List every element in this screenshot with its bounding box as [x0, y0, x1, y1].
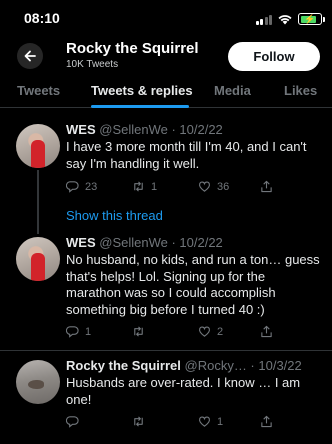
retweet-button[interactable]	[132, 325, 151, 338]
like-count: 36	[217, 180, 230, 193]
tweet-text: No husband, no kids, and run a ton… gues…	[66, 252, 320, 317]
author-name[interactable]: WES	[66, 122, 96, 137]
tweet-header: WES @SellenWe · 10/2/22	[66, 122, 223, 137]
heart-icon	[198, 181, 211, 192]
share-button[interactable]	[260, 180, 273, 193]
retweet-icon	[134, 181, 143, 192]
wifi-icon	[278, 14, 292, 24]
status-bar: 08:10 ⚡	[0, 0, 332, 40]
tweet-header: Rocky the Squirrel @Rocky… · 10/3/22	[66, 358, 302, 373]
handle-date: @SellenWe · 10/2/22	[99, 235, 223, 250]
profile-title: Rocky the Squirrel 10K Tweets	[66, 40, 199, 70]
handle-date: @SellenWe · 10/2/22	[99, 122, 223, 137]
active-tab-indicator	[91, 105, 189, 108]
tweet-actions: 23 1 36	[66, 180, 286, 194]
tab-tweets[interactable]: Tweets	[17, 83, 60, 98]
share-button[interactable]	[260, 325, 273, 338]
tab-tweets-and-replies[interactable]: Tweets & replies	[91, 83, 193, 98]
divider	[0, 350, 332, 351]
back-arrow-icon	[24, 50, 36, 62]
like-count: 1	[217, 415, 224, 428]
profile-tabs: Tweets Tweets & replies Media Likes	[0, 76, 332, 108]
tweet-actions: 1	[66, 415, 286, 429]
retweet-icon	[134, 326, 143, 337]
reply-icon	[66, 181, 79, 193]
retweet-count: 1	[151, 180, 158, 193]
like-count: 2	[217, 325, 224, 338]
reply-icon	[66, 326, 79, 338]
avatar[interactable]	[16, 360, 60, 404]
avatar[interactable]	[16, 124, 60, 168]
retweet-icon	[134, 416, 143, 427]
share-icon	[261, 325, 272, 338]
back-button[interactable]	[17, 43, 43, 69]
heart-icon	[198, 416, 211, 427]
retweet-button[interactable]	[132, 415, 151, 428]
tweet-text: I have 3 more month till I'm 40, and I c…	[66, 139, 307, 171]
avatar[interactable]	[16, 237, 60, 281]
like-button[interactable]: 36	[198, 180, 229, 193]
profile-header: Rocky the Squirrel 10K Tweets Follow	[0, 36, 332, 76]
signal-icon	[255, 14, 272, 25]
show-thread-link[interactable]: Show this thread	[66, 208, 163, 223]
tweet-count: 10K Tweets	[66, 59, 119, 70]
reply-icon	[66, 416, 79, 428]
reply-button[interactable]	[66, 415, 85, 428]
follow-button[interactable]: Follow	[228, 42, 320, 71]
thread-line	[37, 170, 39, 234]
status-time: 08:10	[24, 10, 60, 26]
share-icon	[261, 180, 272, 193]
share-button[interactable]	[260, 415, 273, 428]
like-button[interactable]: 2	[198, 325, 223, 338]
author-name[interactable]: WES	[66, 235, 96, 250]
battery-icon: ⚡	[298, 13, 325, 25]
share-icon	[261, 415, 272, 428]
reply-button[interactable]: 1	[66, 325, 91, 338]
tab-media[interactable]: Media	[214, 83, 251, 98]
tab-likes[interactable]: Likes	[284, 83, 317, 98]
reply-button[interactable]: 23	[66, 180, 97, 193]
tweet-header: WES @SellenWe · 10/2/22	[66, 235, 223, 250]
reply-count: 23	[85, 180, 98, 193]
reply-count: 1	[85, 325, 92, 338]
profile-name: Rocky the Squirrel	[66, 40, 199, 57]
retweet-button[interactable]: 1	[132, 180, 157, 193]
author-name[interactable]: Rocky the Squirrel	[66, 358, 181, 373]
tweet-text: Husbands are over-rated. I know … I am o…	[66, 375, 301, 407]
like-button[interactable]: 1	[198, 415, 223, 428]
status-icons: ⚡	[255, 13, 325, 25]
handle-date: @Rocky… · 10/3/22	[184, 358, 302, 373]
tweet-actions: 1 2	[66, 325, 286, 339]
heart-icon	[198, 326, 211, 337]
